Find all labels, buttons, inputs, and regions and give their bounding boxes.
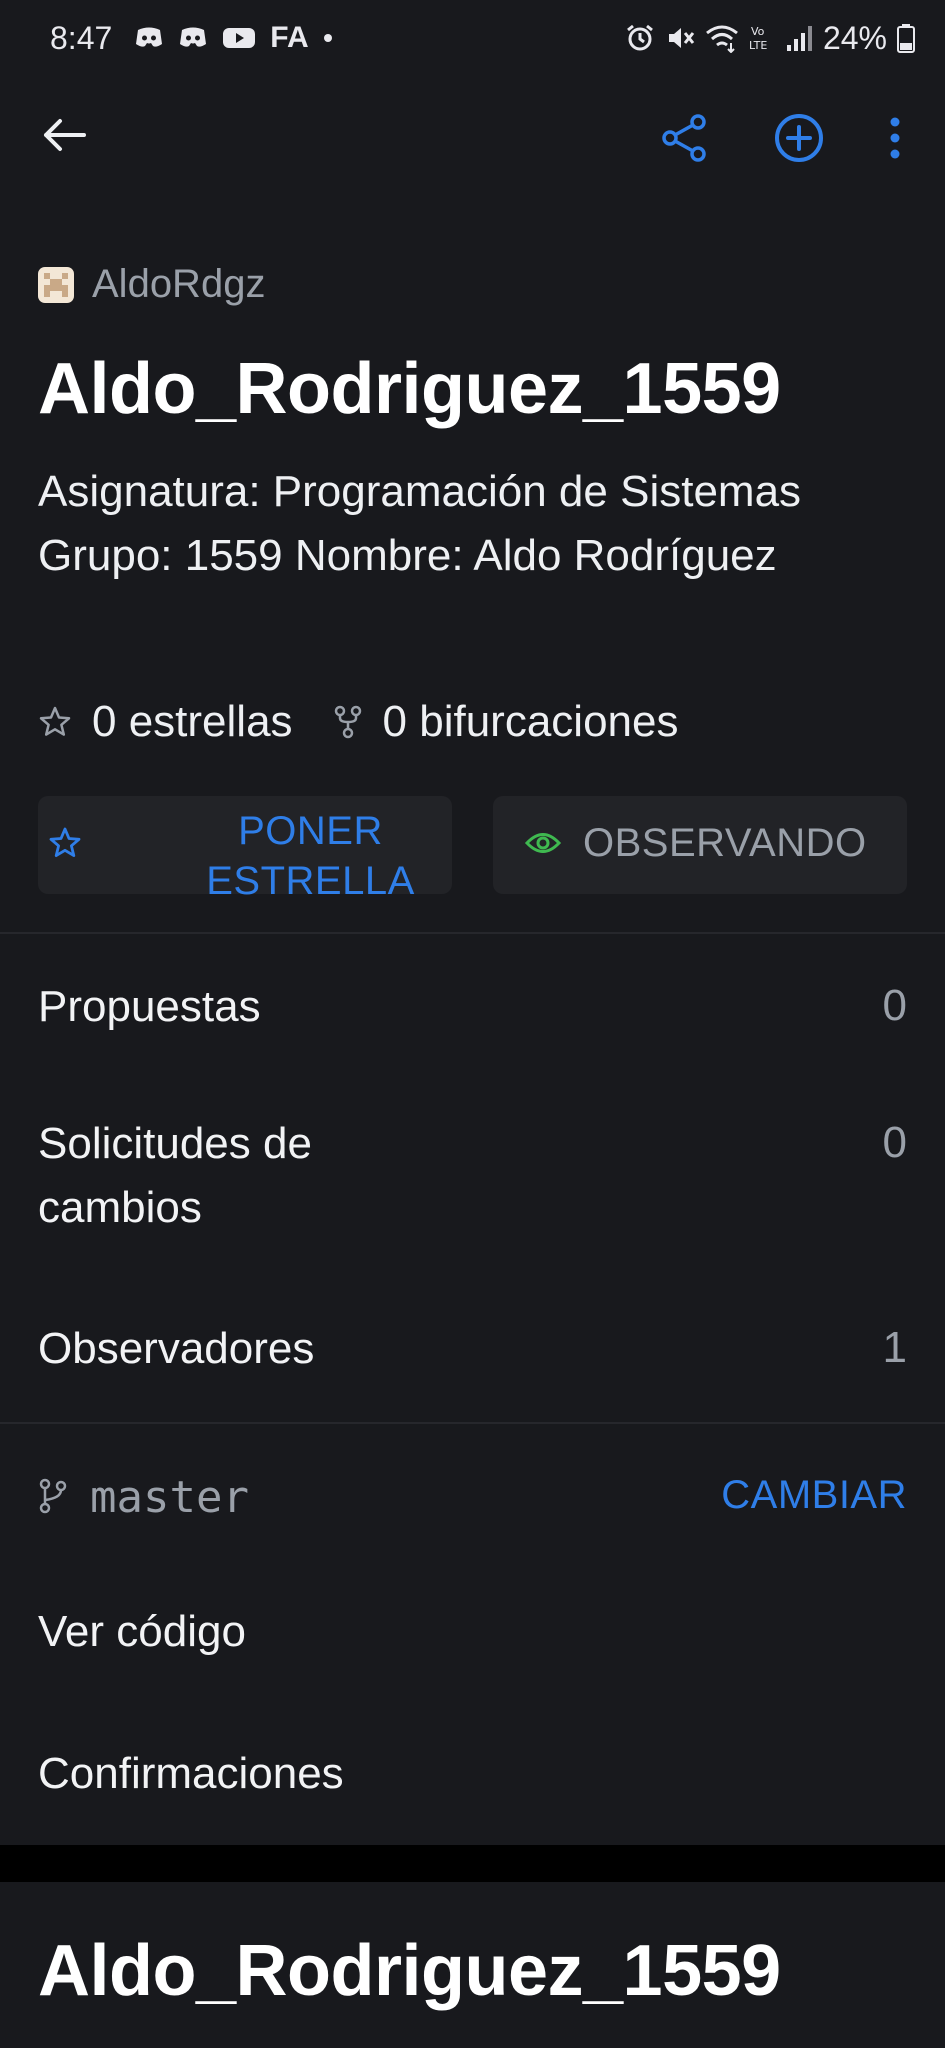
divider <box>0 1422 945 1424</box>
star-outline-icon <box>39 706 71 736</box>
repo-description: Asignatura: Programación de Sistemas Gru… <box>38 467 802 580</box>
star-button-label: PONER ESTRELLA <box>158 806 463 906</box>
pull-requests-label-line2: cambios <box>38 1183 202 1232</box>
star-repo-button[interactable]: PONER ESTRELLA <box>38 796 452 903</box>
back-button[interactable] <box>40 113 90 158</box>
issues-row[interactable]: Propuestas 0 <box>0 967 945 1047</box>
issues-label: Propuestas <box>38 982 261 1031</box>
pull-requests-row[interactable]: Solicitudes de cambios 0 <box>0 1112 945 1244</box>
branch-icon <box>39 1478 67 1514</box>
add-button[interactable] <box>772 111 826 165</box>
battery-percent: 24% <box>822 19 887 56</box>
watchers-label: Observadores <box>38 1324 315 1373</box>
svg-text:LTE: LTE <box>749 39 767 52</box>
youtube-icon <box>222 26 256 50</box>
commits-row[interactable]: Confirmaciones <box>0 1742 945 1812</box>
branch-name: master <box>90 1472 249 1523</box>
status-bar-left: 8:47 FA <box>50 18 333 58</box>
change-branch-button[interactable]: CAMBIAR <box>721 1473 907 1518</box>
wifi-icon <box>705 23 739 53</box>
more-options-button[interactable] <box>880 113 910 163</box>
repo-owner-link[interactable]: AldoRdgz <box>38 262 265 307</box>
branch-row: master CAMBIAR <box>0 1460 945 1530</box>
divider <box>0 932 945 934</box>
signal-icon <box>785 23 813 53</box>
forks-count[interactable]: 0 bifurcaciones <box>333 697 679 747</box>
repo-title: Aldo_Rodriguez_1559 <box>38 349 781 429</box>
issues-count: 0 <box>882 981 907 1030</box>
fork-icon <box>334 705 361 739</box>
dot-icon <box>323 33 333 43</box>
fa-icon: FA <box>270 21 309 54</box>
back-arrow-icon <box>44 119 86 151</box>
status-bar: 8:47 FA Vo LTE 24% <box>0 0 945 80</box>
view-code-row[interactable]: Ver código <box>0 1600 945 1670</box>
add-circle-icon <box>775 114 823 162</box>
watchers-count: 1 <box>882 1323 907 1372</box>
owner-avatar <box>38 266 74 303</box>
eye-icon <box>525 833 561 853</box>
view-code-label: Ver código <box>38 1607 246 1656</box>
more-vertical-icon <box>890 117 900 159</box>
owner-name: AldoRdgz <box>92 262 266 306</box>
readme-title: Aldo_Rodriguez_1559 <box>38 1931 781 2011</box>
star-button-label-line1: PONER <box>238 809 383 853</box>
status-time: 8:47 <box>50 19 113 56</box>
svg-text:Vo: Vo <box>751 25 765 38</box>
pull-requests-label: Solicitudes de cambios <box>38 1112 312 1240</box>
app-bar <box>0 95 945 175</box>
stars-count[interactable]: 0 estrellas <box>38 697 293 747</box>
star-icon <box>49 827 81 857</box>
watchers-row[interactable]: Observadores 1 <box>0 1317 945 1387</box>
share-button[interactable] <box>660 113 710 163</box>
mute-icon <box>665 23 695 53</box>
watch-button-label: OBSERVANDO <box>583 821 867 865</box>
pull-requests-count: 0 <box>882 1118 907 1167</box>
alarm-icon <box>625 23 655 53</box>
discord-icon <box>178 26 208 50</box>
volte-icon: Vo LTE <box>749 23 775 53</box>
battery-icon <box>897 23 915 53</box>
pull-requests-label-line1: Solicitudes de <box>38 1119 312 1168</box>
stars-label: 0 estrellas <box>92 697 293 746</box>
discord-icon <box>134 26 164 50</box>
forks-label: 0 bifurcaciones <box>382 697 679 746</box>
commits-label: Confirmaciones <box>38 1749 344 1798</box>
watch-repo-button[interactable]: OBSERVANDO <box>493 796 907 894</box>
share-icon <box>662 114 706 162</box>
section-separator <box>0 1845 945 1882</box>
status-bar-right: Vo LTE 24% <box>625 18 915 58</box>
star-button-label-line2: ESTRELLA <box>206 859 415 903</box>
repo-stats: 0 estrellas 0 bifurcaciones <box>38 697 679 747</box>
